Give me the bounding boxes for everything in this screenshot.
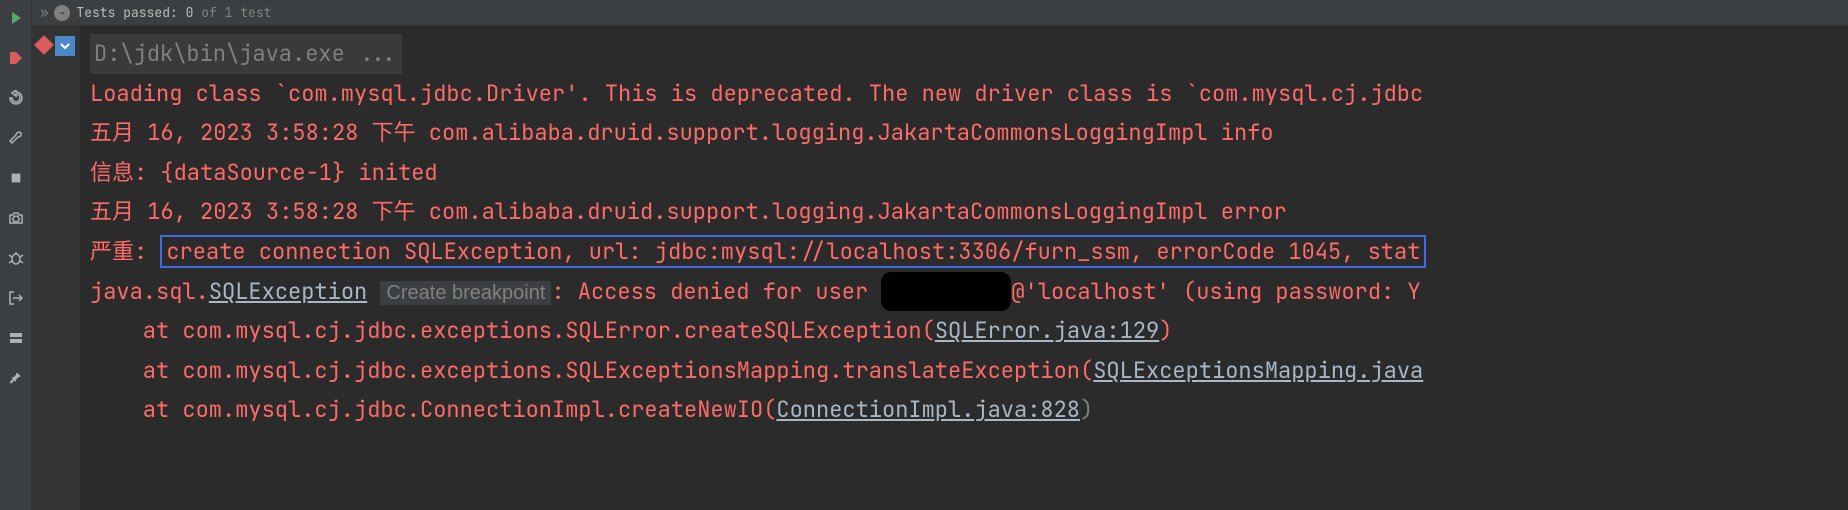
source-link[interactable]: SQLError.java:129 [935,316,1159,345]
stack-trace-line: at com.mysql.cj.jdbc.exceptions.SQLExcep… [90,351,1838,391]
redacted-user [881,272,1011,312]
log-line: 五月 16, 2023 3:58:28 下午 com.alibaba.druid… [90,113,1838,153]
console-gutter [32,26,80,510]
test-status-minus-icon: − [54,5,70,21]
stack-trace-line: at com.mysql.cj.jdbc.exceptions.SQLError… [90,311,1838,351]
left-toolbar [0,0,32,510]
log-line: Loading class `com.mysql.jdbc.Driver'. T… [90,74,1838,114]
wrench-icon[interactable] [6,128,26,148]
refresh-icon[interactable] [6,88,26,108]
main-area: » − Tests passed: 0 of 1 test D:\jdk\bin… [32,0,1848,510]
console-wrapper: D:\jdk\bin\java.exe ... Loading class `c… [32,26,1848,510]
command-line: D:\jdk\bin\java.exe ... [90,34,402,74]
exception-class-link[interactable]: SQLException [209,277,367,306]
collapse-icon[interactable] [55,36,75,56]
exception-line: java.sql.SQLException Create breakpoint:… [90,272,1838,312]
run-icon[interactable] [6,8,26,28]
breakpoint-toggle-icon[interactable] [6,48,26,68]
stop-icon[interactable] [6,168,26,188]
console-output[interactable]: D:\jdk\bin\java.exe ... Loading class `c… [80,26,1848,510]
error-highlight: create connection SQLException, url: jdb… [160,235,1426,268]
log-line: 信息: {dataSource-1} inited [90,153,1838,193]
source-link[interactable]: ConnectionImpl.java:828 [776,395,1080,424]
exit-icon[interactable] [6,288,26,308]
top-bar: » − Tests passed: 0 of 1 test [32,0,1848,26]
camera-icon[interactable] [6,208,26,228]
log-line-error: 严重: create connection SQLException, url:… [90,232,1838,272]
log-line: 五月 16, 2023 3:58:28 下午 com.alibaba.druid… [90,192,1838,232]
stack-trace-line: at com.mysql.cj.jdbc.ConnectionImpl.crea… [90,390,1838,430]
layout-icon[interactable] [6,328,26,348]
breadcrumb-arrows: » [40,4,48,22]
test-status-label: Tests passed: 0 of 1 test [76,4,271,21]
breakpoint-marker-icon[interactable] [34,35,54,55]
source-link[interactable]: SQLExceptionsMapping.java [1093,356,1423,385]
bug-icon[interactable] [6,248,26,268]
create-breakpoint-hint[interactable]: Create breakpoint [380,281,551,305]
pin-icon[interactable] [6,368,26,388]
